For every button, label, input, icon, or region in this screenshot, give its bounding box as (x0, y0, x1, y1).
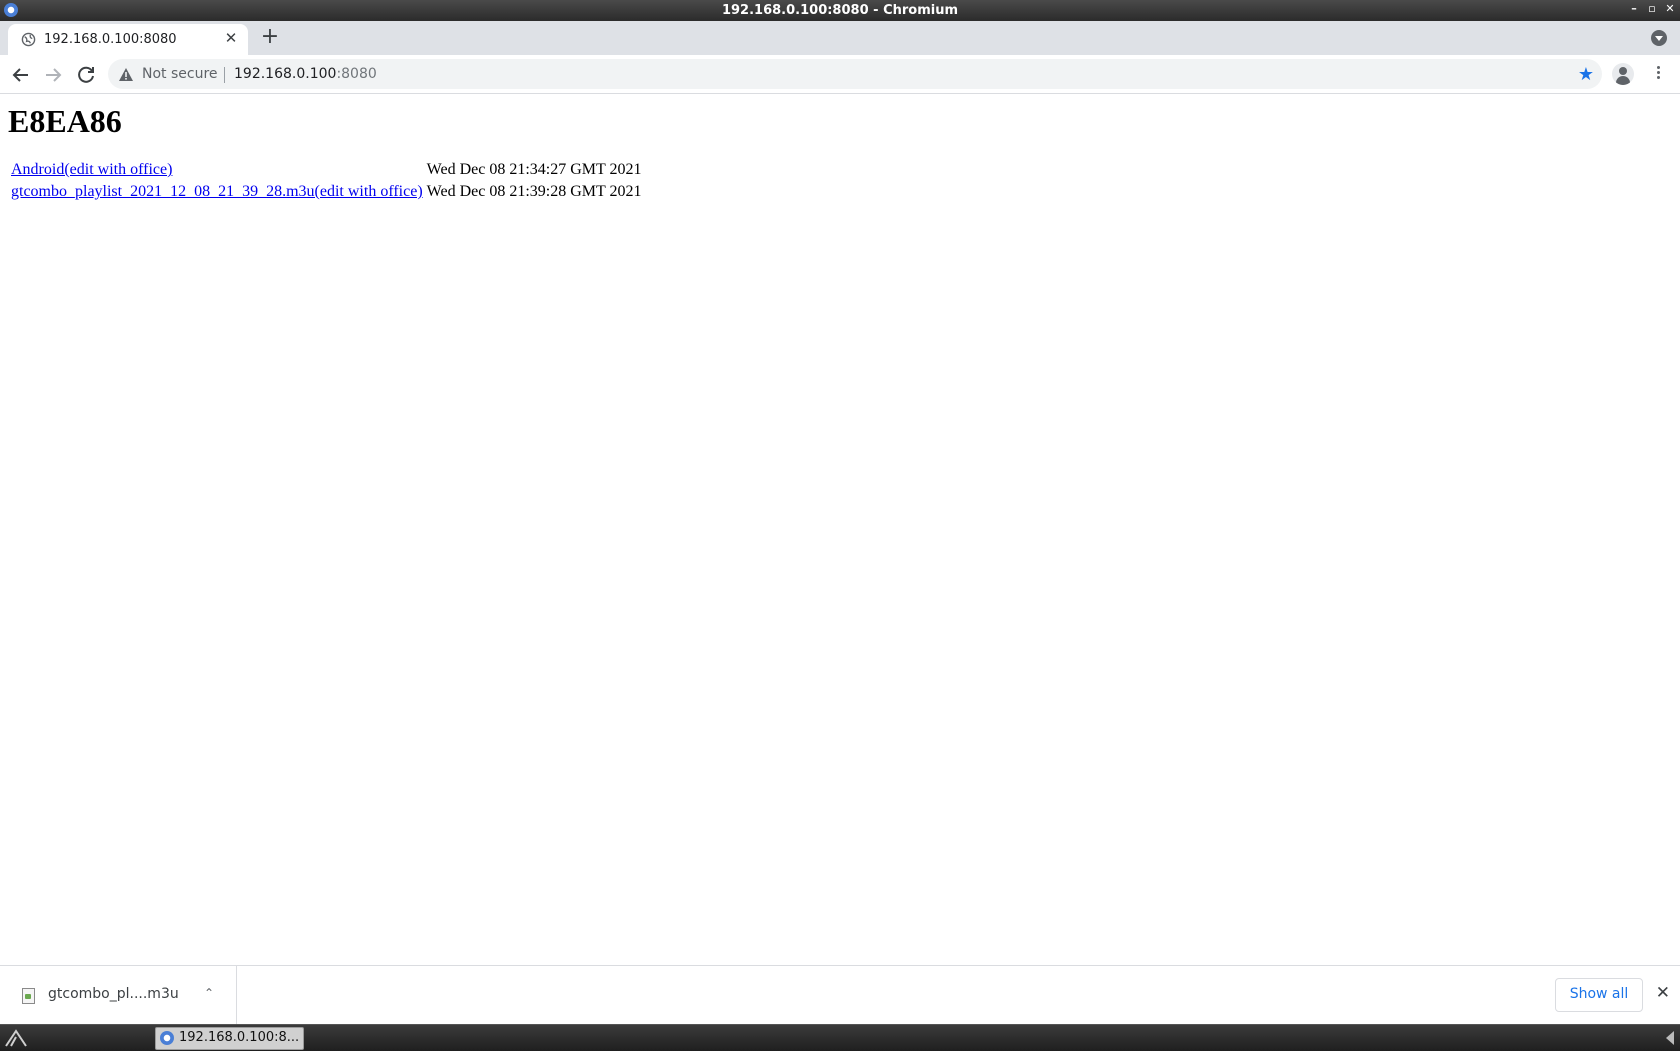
tab-close-icon[interactable]: ✕ (222, 29, 240, 47)
url-text[interactable]: 192.168.0.100:8080 (234, 66, 377, 82)
close-shelf-icon[interactable]: ✕ (1656, 983, 1670, 1003)
download-file-name: gtcombo_pl....m3u (48, 986, 179, 1002)
show-all-button[interactable]: Show all (1555, 978, 1643, 1012)
window-title: 192.168.0.100:8080 - Chromium (721, 3, 959, 18)
tab-strip: 192.168.0.100:8080 ✕ + (0, 21, 1680, 55)
table-row: Android(edit with office) Wed Dec 08 21:… (10, 160, 643, 180)
tab-title: 192.168.0.100:8080 (44, 32, 177, 47)
browser-menu-icon[interactable] (1650, 64, 1666, 84)
taskbar-chromium-item[interactable]: 192.168.0.100:8... (155, 1027, 304, 1050)
tray-arrow-icon[interactable] (1666, 1031, 1674, 1045)
profile-avatar-icon[interactable] (1612, 63, 1634, 85)
minimize-icon[interactable]: – (1628, 2, 1640, 15)
file-name-cell: gtcombo_playlist_2021_12_08_21_39_28.m3u… (10, 182, 424, 202)
tab-active[interactable]: 192.168.0.100:8080 ✕ (8, 24, 248, 55)
security-label[interactable]: Not secure (142, 66, 218, 82)
globe-icon (21, 32, 36, 47)
tab-search-icon[interactable] (1651, 30, 1667, 46)
window-controls: – ▫ ✕ (1628, 2, 1676, 15)
start-menu-icon[interactable] (4, 1028, 28, 1048)
reload-icon[interactable] (72, 61, 100, 89)
address-bar[interactable]: Not secure 192.168.0.100:8080 ★ (108, 59, 1602, 89)
chromium-icon (160, 1031, 174, 1045)
file-name-cell: Android(edit with office) (10, 160, 424, 180)
url-port: :8080 (336, 66, 377, 82)
file-link-playlist[interactable]: gtcombo_playlist_2021_12_08_21_39_28.m3u… (11, 183, 423, 200)
maximize-icon[interactable]: ▫ (1646, 2, 1658, 15)
file-table: Android(edit with office) Wed Dec 08 21:… (8, 158, 645, 204)
bookmark-star-icon[interactable]: ★ (1578, 64, 1594, 85)
audio-file-icon (22, 988, 35, 1004)
url-host: 192.168.0.100 (234, 66, 337, 82)
window-titlebar: 192.168.0.100:8080 - Chromium – ▫ ✕ (0, 0, 1680, 21)
download-item[interactable]: gtcombo_pl....m3u ⌃ (0, 966, 237, 1025)
back-icon[interactable] (7, 61, 35, 89)
browser-toolbar: Not secure 192.168.0.100:8080 ★ (0, 55, 1680, 94)
page-content: E8EA86 Android(edit with office) Wed Dec… (0, 94, 1680, 965)
taskbar-item-label: 192.168.0.100:8... (179, 1030, 300, 1045)
close-window-icon[interactable]: ✕ (1664, 2, 1676, 15)
file-date-cell: Wed Dec 08 21:39:28 GMT 2021 (426, 183, 642, 200)
table-row: gtcombo_playlist_2021_12_08_21_39_28.m3u… (10, 182, 643, 202)
file-date-cell: Wed Dec 08 21:34:27 GMT 2021 (426, 161, 642, 178)
taskbar: 192.168.0.100:8... (0, 1024, 1680, 1051)
download-shelf: gtcombo_pl....m3u ⌃ Show all ✕ (0, 965, 1680, 1025)
file-link-android[interactable]: Android(edit with office) (11, 161, 172, 178)
new-tab-button[interactable]: + (258, 26, 282, 50)
chevron-up-icon[interactable]: ⌃ (204, 986, 214, 1000)
omnibox-separator (224, 67, 225, 83)
forward-icon[interactable] (39, 61, 67, 89)
warning-icon[interactable] (118, 67, 134, 82)
page-title: E8EA86 (8, 103, 122, 139)
